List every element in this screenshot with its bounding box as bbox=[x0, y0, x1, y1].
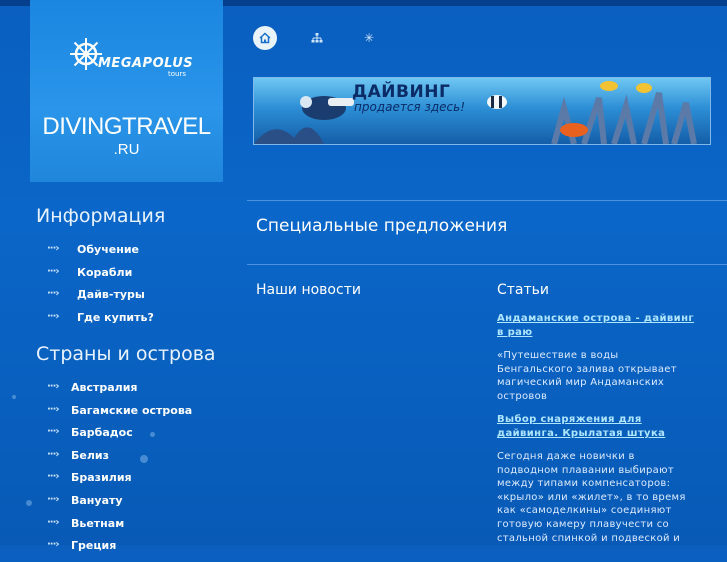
arrow-icon: ···› bbox=[47, 448, 59, 460]
news-title: Наши новости bbox=[256, 282, 361, 298]
site-name: DIVINGTRAVEL bbox=[42, 113, 211, 140]
arrow-icon: ···› bbox=[47, 310, 59, 322]
nav-item-label: Корабли bbox=[77, 265, 133, 279]
nav-item-country[interactable]: ···› Вьетнам bbox=[47, 517, 192, 540]
snowflake-icon[interactable]: ✳ bbox=[357, 26, 381, 50]
site-tld: .RU bbox=[113, 141, 140, 158]
arrow-icon: ···› bbox=[47, 493, 59, 505]
nav-item-label: Дайв-туры bbox=[77, 288, 145, 302]
arrow-icon: ···› bbox=[47, 381, 59, 392]
countries-nav: ···› Австралия ···› Багамские острова ···›… bbox=[47, 381, 192, 562]
arrow-icon: ···› bbox=[47, 265, 59, 277]
nav-item-label: Вьетнам bbox=[71, 516, 125, 530]
special-offers-title: Специальные предложения bbox=[256, 216, 508, 236]
nav-item-label: Греция bbox=[71, 539, 117, 553]
nav-item-country[interactable]: ···› Бразилия bbox=[47, 471, 192, 494]
countries-section-title: Страны и острова bbox=[36, 343, 216, 365]
nav-item-label: Вануату bbox=[71, 493, 123, 507]
banner-image bbox=[254, 81, 697, 144]
nav-item-country[interactable]: ···› Вануату bbox=[47, 494, 192, 517]
articles-title: Статьи bbox=[497, 282, 550, 298]
nav-item-label: Австралия bbox=[71, 381, 138, 394]
bubble bbox=[12, 395, 16, 399]
nav-item-training[interactable]: ···› Обучение bbox=[47, 243, 154, 266]
nav-item-label: Барбадос bbox=[71, 426, 133, 440]
brand-name: MEGAPOLUS bbox=[98, 56, 194, 71]
nav-item-country[interactable]: ···› Багамские острова bbox=[47, 404, 192, 427]
arrow-icon: ···› bbox=[47, 471, 59, 483]
nav-item-country[interactable]: ···› Белиз bbox=[47, 449, 192, 472]
nav-item-label: Обучение bbox=[77, 243, 139, 256]
arrow-icon: ···› bbox=[47, 403, 59, 415]
diving-banner[interactable]: ДАЙВИНГ продается здесь! bbox=[253, 77, 711, 145]
nav-item-label: Где купить? bbox=[77, 310, 154, 324]
nav-item-label: Бразилия bbox=[71, 471, 132, 485]
article-excerpt: «Путешествие в воды Бенгальского залива … bbox=[497, 350, 677, 402]
nav-item-label: Белиз bbox=[71, 448, 110, 462]
brand-subtitle: tours bbox=[168, 70, 186, 78]
info-section-title: Информация bbox=[36, 205, 166, 227]
article-link[interactable]: Выбор снаряжения для дайвинга. Крылатая … bbox=[497, 413, 697, 441]
logo-panel[interactable]: MEGAPOLUS tours DIVINGTRAVEL .RU bbox=[30, 0, 223, 182]
arrow-icon: ···› bbox=[47, 516, 59, 528]
nav-item-country[interactable]: ···› Барбадос bbox=[47, 426, 192, 449]
nav-item-label: Багамские острова bbox=[71, 403, 193, 417]
sitemap-icon[interactable] bbox=[305, 26, 329, 50]
nav-item-country[interactable]: ···› Австралия bbox=[47, 381, 192, 404]
divider bbox=[247, 200, 727, 201]
nav-item-ships[interactable]: ···› Корабли bbox=[47, 266, 154, 289]
bubble bbox=[26, 500, 32, 506]
article-excerpt: Сегодня даже новички в подводном плавани… bbox=[497, 451, 686, 544]
arrow-icon: ···› bbox=[47, 288, 59, 300]
arrow-icon: ···› bbox=[47, 243, 59, 254]
nav-item-country[interactable]: ···› Греция bbox=[47, 539, 192, 562]
banner-subtitle: продается здесь! bbox=[354, 100, 465, 114]
nav-item-where-to-buy[interactable]: ···› Где купить? bbox=[47, 311, 154, 334]
home-icon[interactable] bbox=[253, 26, 277, 50]
divider bbox=[247, 264, 727, 265]
arrow-icon: ···› bbox=[47, 426, 59, 438]
banner-title: ДАЙВИНГ bbox=[352, 82, 451, 102]
info-nav: ···› Обучение ···› Корабли ···› Дайв-туры ·… bbox=[47, 243, 154, 333]
nav-item-dive-tours[interactable]: ···› Дайв-туры bbox=[47, 288, 154, 311]
article-link[interactable]: Андаманские острова - дайвинг в раю bbox=[497, 312, 697, 340]
